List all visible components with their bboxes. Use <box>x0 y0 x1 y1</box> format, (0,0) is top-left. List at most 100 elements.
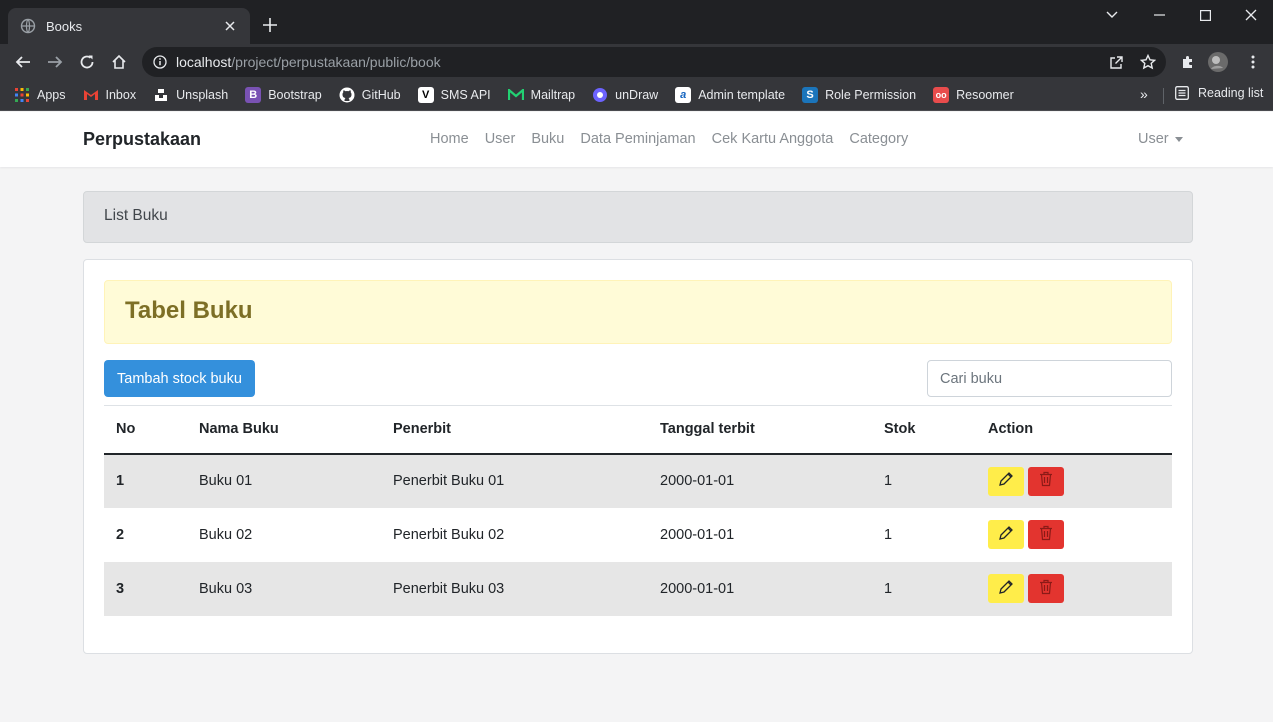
apps-grid-icon <box>14 87 30 103</box>
bookmarks-bar: Apps Inbox Unsplash B Bootstrap GitHub V… <box>0 80 1273 111</box>
edit-button[interactable] <box>988 574 1024 603</box>
bookmark-role-permission[interactable]: S Role Permission <box>802 87 916 103</box>
close-window-button[interactable] <box>1231 4 1271 26</box>
column-header-penerbit: Penerbit <box>393 421 452 438</box>
user-dropdown[interactable]: User <box>1138 131 1183 147</box>
role-permission-icon: S <box>802 87 819 103</box>
trash-icon <box>1039 471 1053 491</box>
delete-button[interactable] <box>1028 574 1064 603</box>
delete-button[interactable] <box>1028 466 1064 496</box>
bookmark-github[interactable]: GitHub <box>339 87 401 103</box>
table-row: 3 Buku 03 Penerbit Buku 03 2000-01-01 1 <box>104 561 1172 616</box>
nav-link-category[interactable]: Category <box>849 131 908 147</box>
bookmark-label: Inbox <box>105 88 137 102</box>
delete-button[interactable] <box>1028 520 1064 549</box>
breadcrumb: List Buku <box>83 191 1193 243</box>
bookmark-label: Unsplash <box>176 88 229 102</box>
caret-down-icon <box>1174 136 1183 142</box>
unsplash-icon <box>153 87 169 103</box>
pencil-icon <box>998 471 1014 491</box>
mailtrap-icon <box>507 87 524 103</box>
bookmark-label: SMS API <box>440 88 491 102</box>
add-stock-button[interactable]: Tambah stock buku <box>104 360 255 397</box>
cell-nama-buku: Buku 03 <box>199 580 253 597</box>
bookmark-unsplash[interactable]: Unsplash <box>153 87 228 103</box>
share-icon[interactable] <box>1105 51 1127 73</box>
bookmark-inbox[interactable]: Inbox <box>83 87 137 103</box>
cell-no: 2 <box>116 526 125 543</box>
info-icon[interactable] <box>152 54 168 70</box>
cell-stok: 1 <box>884 580 893 597</box>
bookmark-undraw[interactable]: unDraw <box>592 87 658 103</box>
minimize-button[interactable] <box>1139 4 1179 26</box>
extensions-puzzle-icon[interactable] <box>1177 51 1199 73</box>
bookmark-apps[interactable]: Apps <box>14 87 66 103</box>
bookmark-label: GitHub <box>361 88 401 102</box>
tab-search-chevron-icon[interactable] <box>1092 4 1132 26</box>
reading-list-button[interactable]: Reading list <box>1174 85 1263 101</box>
bookmark-label: Bootstrap <box>268 88 322 102</box>
browser-tab[interactable]: Books <box>8 8 250 44</box>
reading-list-label: Reading list <box>1198 86 1264 100</box>
home-icon[interactable] <box>108 51 130 73</box>
cell-penerbit: Penerbit Buku 01 <box>393 473 505 489</box>
profile-avatar[interactable] <box>1207 51 1229 73</box>
navbar: Perpustakaan Home User Buku Data Peminja… <box>0 112 1273 167</box>
column-header-nama-buku: Nama Buku <box>199 421 279 438</box>
cell-tanggal-terbit: 2000-01-01 <box>660 473 735 489</box>
browser-toolbar: localhost/project/perpustakaan/public/bo… <box>0 44 1273 80</box>
table-header-row: No Nama Buku Penerbit Tanggal terbit Sto… <box>104 405 1172 454</box>
bookmark-label: Mailtrap <box>530 88 576 102</box>
url-path: /project/perpustakaan/public/book <box>231 54 441 70</box>
cell-stok: 1 <box>884 526 893 543</box>
nav-link-user[interactable]: User <box>485 131 516 147</box>
maximize-button[interactable] <box>1185 4 1225 26</box>
cell-action <box>976 562 1172 616</box>
bookmark-resoomer[interactable]: oo Resoomer <box>933 87 1014 103</box>
bookmark-label: unDraw <box>615 88 659 102</box>
forward-arrow-icon[interactable] <box>44 51 66 73</box>
table-row: 1 Buku 01 Penerbit Buku 01 2000-01-01 1 <box>104 453 1172 508</box>
address-bar[interactable]: localhost/project/perpustakaan/public/bo… <box>142 47 1166 77</box>
tab-title: Books <box>46 18 83 34</box>
nav-link-home[interactable]: Home <box>430 131 469 147</box>
navbar-brand[interactable]: Perpustakaan <box>83 129 201 150</box>
star-icon[interactable] <box>1137 51 1159 73</box>
pencil-icon <box>998 579 1014 599</box>
cell-penerbit: Penerbit Buku 03 <box>393 580 505 597</box>
cell-action <box>976 454 1172 508</box>
bookmark-label: Role Permission <box>825 88 917 102</box>
undraw-icon <box>592 87 608 103</box>
trash-icon <box>1039 579 1053 599</box>
admin-template-icon: a <box>675 87 692 103</box>
nav-link-buku[interactable]: Buku <box>531 131 564 147</box>
bookmark-admin-template[interactable]: a Admin template <box>675 87 785 103</box>
bookmark-bootstrap[interactable]: B Bootstrap <box>245 87 322 103</box>
pencil-icon <box>998 525 1014 545</box>
page-title-alert: Tabel Buku <box>104 280 1172 344</box>
nav-link-cek-kartu-anggota[interactable]: Cek Kartu Anggota <box>712 131 834 147</box>
edit-button[interactable] <box>988 520 1024 549</box>
new-tab-button[interactable] <box>259 14 281 36</box>
back-arrow-icon[interactable] <box>12 51 34 73</box>
column-header-action: Action <box>988 421 1034 438</box>
bookmark-label: Resoomer <box>956 88 1014 102</box>
cell-stok: 1 <box>884 473 893 489</box>
cell-penerbit: Penerbit Buku 02 <box>393 526 505 543</box>
bookmark-separator <box>1163 88 1164 104</box>
nav-link-data-peminjaman[interactable]: Data Peminjaman <box>580 131 695 147</box>
bookmark-mailtrap[interactable]: Mailtrap <box>507 87 576 103</box>
chevron-double-right-icon[interactable]: » <box>1140 86 1148 102</box>
cell-nama-buku: Buku 01 <box>199 473 253 489</box>
bookmark-sms-api[interactable]: V SMS API <box>417 87 491 103</box>
reload-icon[interactable] <box>76 51 98 73</box>
reading-list-icon <box>1174 85 1190 101</box>
close-icon[interactable] <box>222 18 238 34</box>
search-input[interactable] <box>927 360 1172 397</box>
user-dropdown-label: User <box>1138 131 1169 147</box>
edit-button[interactable] <box>988 466 1024 496</box>
kebab-menu-icon[interactable] <box>1242 51 1264 73</box>
globe-icon <box>20 18 36 34</box>
bookmark-label: Admin template <box>698 88 786 102</box>
url-host: localhost <box>176 54 232 70</box>
